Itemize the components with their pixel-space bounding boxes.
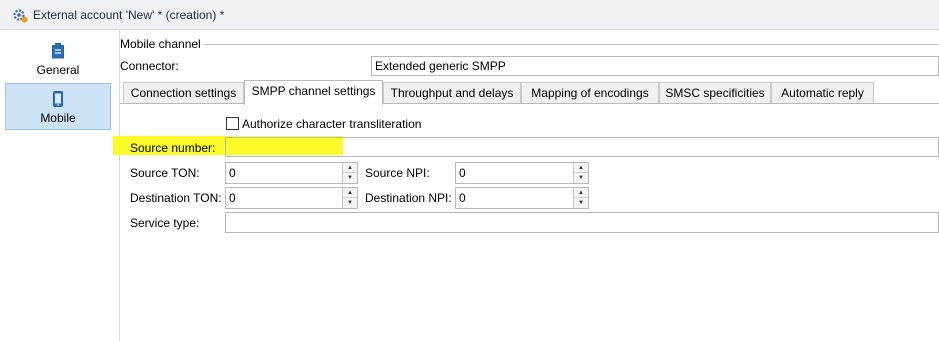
spin-down-icon[interactable]: ▼ bbox=[343, 198, 357, 208]
stepper-buttons: ▲ ▼ bbox=[573, 163, 588, 183]
destination-ton-value: 0 bbox=[229, 191, 236, 205]
connector-label: Connector: bbox=[120, 59, 179, 73]
tab-smpp-channel-settings[interactable]: SMPP channel settings bbox=[244, 80, 383, 105]
tab-label: SMPP channel settings bbox=[251, 84, 376, 98]
spin-up-icon[interactable]: ▲ bbox=[343, 188, 357, 198]
destination-npi-value: 0 bbox=[459, 191, 466, 205]
spin-up-icon[interactable]: ▲ bbox=[574, 163, 588, 173]
stepper-buttons: ▲ ▼ bbox=[342, 163, 357, 183]
nav-item-label: General bbox=[36, 63, 80, 77]
source-ton-stepper[interactable]: 0 ▲ ▼ bbox=[225, 162, 358, 184]
stepper-buttons: ▲ ▼ bbox=[573, 188, 588, 208]
source-number-input[interactable] bbox=[225, 137, 939, 157]
source-npi-label: Source NPI: bbox=[365, 166, 430, 180]
transliteration-label: Authorize character transliteration bbox=[242, 117, 422, 131]
tab-label: Throughput and delays bbox=[390, 86, 514, 100]
spin-down-icon[interactable]: ▼ bbox=[574, 198, 588, 208]
tab-throughput-and-delays[interactable]: Throughput and delays bbox=[383, 82, 521, 104]
service-type-label: Service type: bbox=[130, 216, 200, 230]
clipboard-icon bbox=[52, 43, 64, 59]
source-ton-label: Source TON: bbox=[130, 166, 200, 180]
destination-npi-label: Destination NPI: bbox=[365, 191, 452, 205]
source-npi-value: 0 bbox=[459, 166, 466, 180]
tab-label: SMSC specificities bbox=[665, 86, 765, 100]
stepper-buttons: ▲ ▼ bbox=[342, 188, 357, 208]
tab-strip: Connection settings SMPP channel setting… bbox=[120, 80, 939, 105]
destination-ton-label: Destination TON: bbox=[130, 191, 222, 205]
tab-panel-border bbox=[120, 103, 939, 104]
connector-value: Extended generic SMPP bbox=[375, 59, 506, 73]
service-type-input[interactable] bbox=[225, 212, 939, 233]
tab-connection-settings[interactable]: Connection settings bbox=[123, 82, 244, 104]
spin-up-icon[interactable]: ▲ bbox=[343, 163, 357, 173]
transliteration-checkbox[interactable] bbox=[226, 117, 239, 130]
window-title: External account 'New' * (creation) * bbox=[33, 8, 225, 22]
tab-mapping-of-encodings[interactable]: Mapping of encodings bbox=[521, 82, 659, 104]
source-number-label: Source number: bbox=[130, 141, 216, 155]
left-nav: General Mobile bbox=[0, 30, 120, 341]
nav-item-mobile[interactable]: Mobile bbox=[5, 83, 111, 130]
tab-automatic-reply[interactable]: Automatic reply bbox=[771, 82, 874, 104]
source-ton-value: 0 bbox=[229, 166, 236, 180]
mobile-phone-icon bbox=[53, 91, 63, 107]
nav-item-general[interactable]: General bbox=[5, 36, 111, 83]
destination-ton-stepper[interactable]: 0 ▲ ▼ bbox=[225, 187, 358, 209]
tab-smsc-specificities[interactable]: SMSC specificities bbox=[659, 82, 771, 104]
nav-item-label: Mobile bbox=[40, 111, 76, 125]
gear-icon bbox=[13, 9, 28, 23]
destination-npi-stepper[interactable]: 0 ▲ ▼ bbox=[455, 187, 589, 209]
spin-down-icon[interactable]: ▼ bbox=[574, 173, 588, 183]
spin-up-icon[interactable]: ▲ bbox=[574, 188, 588, 198]
group-divider bbox=[204, 44, 939, 45]
tab-label: Automatic reply bbox=[781, 86, 864, 100]
tab-label: Mapping of encodings bbox=[531, 86, 649, 100]
window-titlebar: External account 'New' * (creation) * bbox=[0, 0, 939, 30]
connector-field[interactable]: Extended generic SMPP bbox=[371, 56, 939, 76]
tab-label: Connection settings bbox=[130, 86, 237, 100]
source-npi-stepper[interactable]: 0 ▲ ▼ bbox=[455, 162, 589, 184]
group-label: Mobile channel bbox=[120, 37, 201, 51]
spin-down-icon[interactable]: ▼ bbox=[343, 173, 357, 183]
